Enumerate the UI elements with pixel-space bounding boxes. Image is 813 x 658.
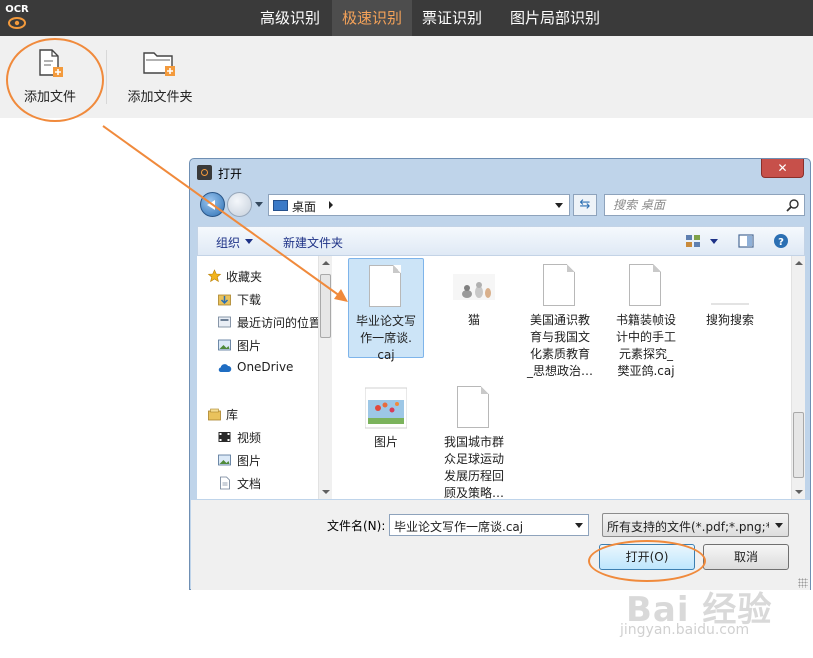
help-icon[interactable]: ?: [773, 233, 789, 249]
shortcut-thumbnail: [709, 264, 751, 310]
cancel-button[interactable]: 取消: [703, 544, 789, 570]
ocr-logo: OCR: [4, 4, 30, 32]
document-icon: [625, 264, 667, 310]
tab-receipt-ocr[interactable]: 票证识别: [412, 0, 492, 36]
logo-text: OCR: [5, 4, 29, 15]
documents-icon: [220, 476, 230, 490]
file-item[interactable]: 我国城市群 众足球运动 发展历程回 顾及策略…: [436, 380, 512, 499]
filetype-select[interactable]: 所有支持的文件(*.pdf;*.png;*.j: [602, 513, 789, 537]
add-folder-label: 添加文件夹: [127, 90, 193, 105]
nav-pane-scrollbar[interactable]: [318, 256, 332, 499]
file-list-pane: 毕业论文写 作一席谈. caj 猫 美国通识教 育与我国文 化素质教育 _思想政…: [332, 256, 791, 499]
library-icon: [208, 408, 221, 421]
file-item[interactable]: 毕业论文写 作一席谈. caj: [348, 258, 424, 362]
dialog-footer: 文件名(N): 毕业论文写作一席谈.caj 所有支持的文件(*.pdf;*.pn…: [191, 500, 810, 590]
add-file-icon: [39, 49, 63, 77]
toolbar: 添加文件 添加文件夹: [0, 36, 813, 118]
search-box[interactable]: [604, 194, 805, 216]
view-options-icon[interactable]: [685, 233, 701, 249]
dialog-title: 打开: [218, 167, 243, 181]
cloud-icon: [218, 364, 232, 372]
dialog-app-icon: [197, 165, 212, 180]
eye-icon: [8, 17, 26, 29]
scroll-thumb[interactable]: [793, 412, 804, 478]
filename-value: 毕业论文写作一席谈.caj: [394, 520, 524, 534]
new-folder-button[interactable]: 新建文件夹: [283, 234, 343, 251]
resize-grip[interactable]: [798, 578, 808, 588]
open-file-dialog: 打开 ✕ 桌面 ⇆ 组织 新建文件夹 ?: [189, 158, 811, 590]
address-bar[interactable]: 桌面: [268, 194, 570, 216]
back-button[interactable]: [200, 192, 225, 217]
svg-text:?: ?: [778, 237, 784, 248]
open-button[interactable]: 打开(O): [599, 544, 695, 570]
video-icon: [218, 432, 231, 442]
address-text: 桌面: [292, 200, 317, 214]
pictures-icon: [218, 454, 231, 466]
file-name: 美国通识教 育与我国文 化素质教育 _思想政治…: [526, 313, 593, 378]
download-folder-icon: [218, 294, 231, 306]
file-name: 我国城市群 众足球运动 发展历程回 顾及策略…: [443, 435, 504, 499]
scroll-up-icon[interactable]: [795, 261, 803, 265]
scroll-up-icon[interactable]: [322, 261, 330, 265]
refresh-button[interactable]: ⇆: [573, 194, 597, 216]
tab-region-ocr[interactable]: 图片局部识别: [496, 0, 614, 36]
close-button[interactable]: ✕: [761, 159, 804, 178]
search-icon[interactable]: [786, 198, 800, 212]
add-folder-button[interactable]: 添加文件夹: [118, 36, 202, 118]
file-name: 猫: [467, 313, 480, 327]
search-input[interactable]: [613, 197, 783, 213]
filename-dropdown-icon[interactable]: [575, 523, 583, 528]
command-bar: 组织 新建文件夹 ?: [197, 226, 805, 256]
view-caret-icon[interactable]: [710, 239, 718, 244]
photo-thumbnail: [364, 386, 408, 432]
file-item[interactable]: 美国通识教 育与我国文 化素质教育 _思想政治…: [522, 258, 598, 378]
cat-image-thumbnail: [453, 264, 495, 310]
navigation-pane: 收藏夹 下载 最近访问的位置 图片 OneDrive 库 视频 图片 文档: [197, 256, 325, 499]
baidu-watermark: Bai 经验 jingyan.baidu.com: [606, 582, 806, 654]
file-item[interactable]: 搜狗搜索: [692, 258, 768, 328]
toolbar-divider: [106, 50, 107, 104]
organize-caret-icon: [245, 239, 253, 244]
document-icon: [365, 265, 407, 311]
address-dropdown-icon[interactable]: [555, 203, 563, 208]
filetype-dropdown-icon[interactable]: [775, 523, 783, 528]
file-name: 图片: [373, 435, 398, 449]
watermark-url: jingyan.baidu.com: [620, 622, 750, 638]
file-item[interactable]: 猫: [436, 258, 512, 358]
scroll-down-icon[interactable]: [322, 490, 330, 494]
document-icon: [539, 264, 581, 310]
desktop-icon: [273, 200, 288, 211]
organize-button[interactable]: 组织: [216, 234, 240, 251]
filename-field[interactable]: 毕业论文写作一席谈.caj: [389, 514, 589, 536]
file-item[interactable]: 书籍装帧设 计中的手工 元素探究_ 樊亚鸽.caj: [608, 258, 684, 378]
scroll-down-icon[interactable]: [795, 490, 803, 494]
file-pane-scrollbar[interactable]: [791, 256, 805, 499]
filetype-value: 所有支持的文件(*.pdf;*.png;*.j: [607, 520, 769, 534]
star-icon: [207, 269, 222, 283]
filename-label: 文件名(N):: [327, 519, 386, 533]
forward-button[interactable]: [227, 192, 252, 217]
breadcrumb-arrow-icon[interactable]: [329, 201, 333, 209]
file-name: 搜狗搜索: [705, 313, 754, 327]
file-item[interactable]: 图片: [348, 380, 424, 450]
file-name: 书籍装帧设 计中的手工 元素探究_ 樊亚鸽.caj: [615, 313, 676, 378]
refresh-icon: ⇆: [579, 197, 591, 212]
recent-places-icon: [218, 316, 231, 328]
scroll-thumb[interactable]: [320, 274, 331, 338]
tab-advanced-ocr[interactable]: 高级识别: [248, 0, 332, 36]
add-file-button[interactable]: 添加文件: [10, 36, 90, 118]
app-top-bar: OCR 高级识别 极速识别 票证识别 图片局部识别: [0, 0, 813, 36]
add-folder-icon: [143, 52, 175, 76]
recent-locations-dropdown[interactable]: [255, 202, 263, 207]
document-icon: [453, 386, 495, 432]
pictures-icon: [218, 339, 231, 351]
tab-fast-ocr[interactable]: 极速识别: [332, 0, 412, 36]
preview-pane-icon[interactable]: [738, 233, 754, 249]
add-file-label: 添加文件: [23, 90, 76, 105]
file-name: 毕业论文写 作一席谈. caj: [355, 314, 416, 362]
